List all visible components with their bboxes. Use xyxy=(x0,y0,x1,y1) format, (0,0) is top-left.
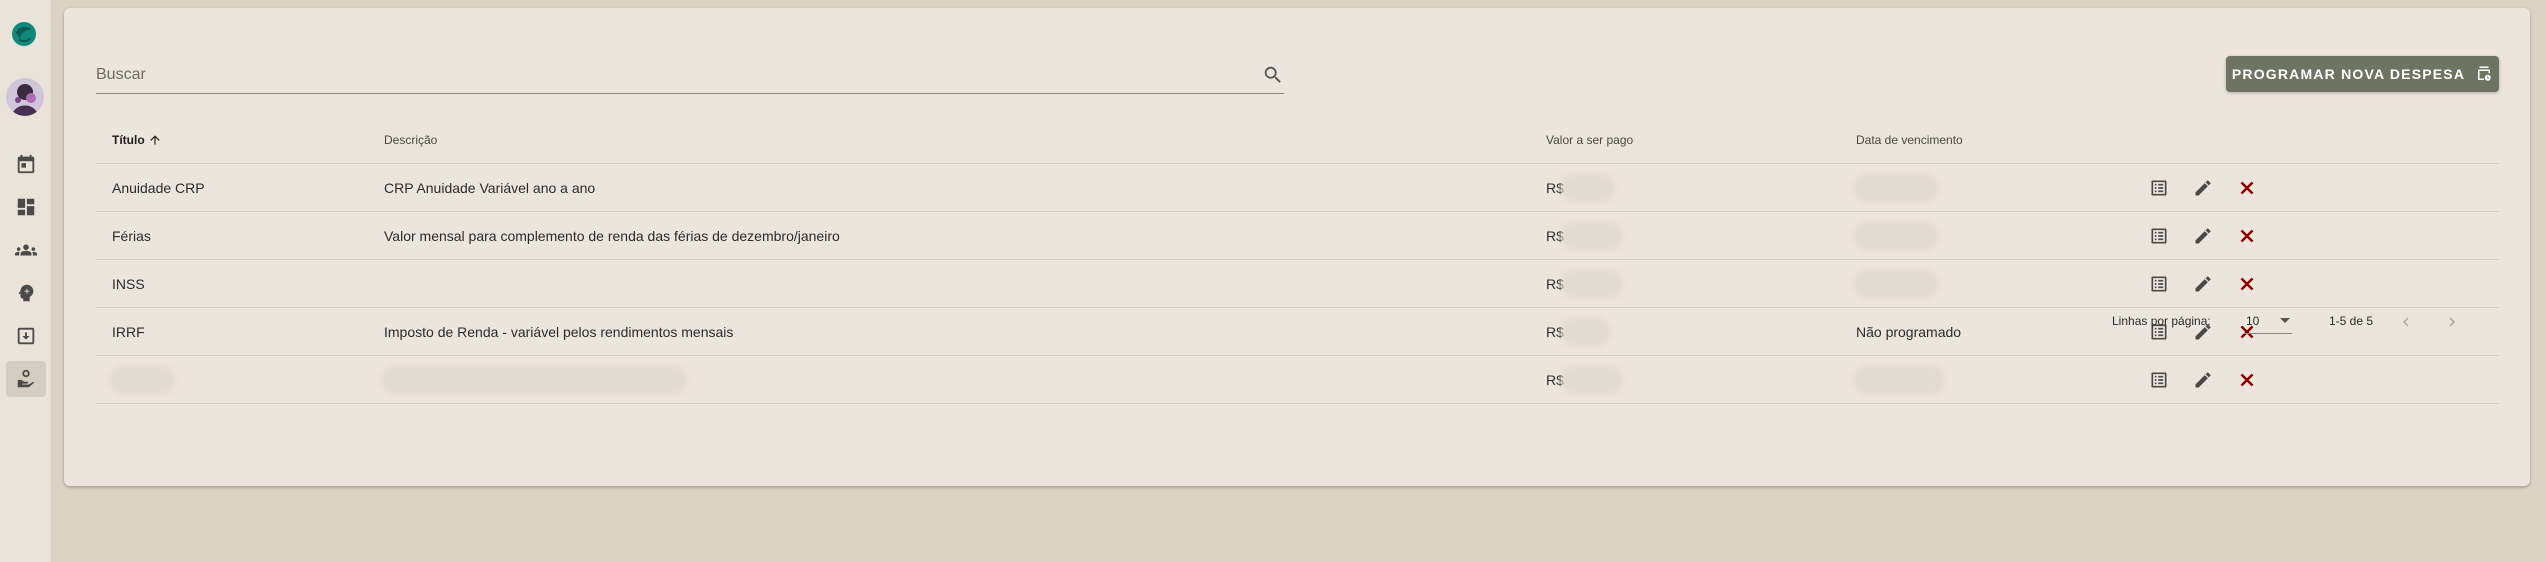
pagination: Linhas por página: 10 1-5 de 5 xyxy=(96,296,2499,348)
psychology-icon xyxy=(18,284,34,302)
chevron-down-icon xyxy=(2280,318,2290,323)
header-description[interactable]: Descrição xyxy=(384,116,437,163)
row-due-date xyxy=(1856,164,1936,211)
chevron-left-icon xyxy=(2403,317,2409,327)
search-icon[interactable] xyxy=(1262,64,1284,86)
row-description: Valor mensal para complemento de renda d… xyxy=(384,227,840,244)
edit-button[interactable] xyxy=(2190,175,2216,201)
edit-button[interactable] xyxy=(2190,223,2216,249)
sidebar-item-groups[interactable] xyxy=(6,232,46,268)
redacted-title xyxy=(112,368,172,391)
chevron-right-icon xyxy=(2449,317,2455,327)
row-title: Férias xyxy=(112,227,151,244)
delete-button[interactable] xyxy=(2234,271,2260,297)
avatar[interactable] xyxy=(6,78,44,116)
search-input[interactable] xyxy=(96,62,1196,88)
currency-label: R$ xyxy=(1546,227,1564,244)
search-field[interactable] xyxy=(96,56,1284,94)
redacted-date xyxy=(1856,224,1936,247)
edit-button[interactable] xyxy=(2190,271,2216,297)
table-row: Férias Valor mensal para complemento de … xyxy=(96,212,2499,260)
details-button[interactable] xyxy=(2146,223,2172,249)
redacted-value xyxy=(1563,368,1620,391)
row-description xyxy=(384,356,684,403)
expenses-table: Título Descrição Valor a ser pago Data d… xyxy=(96,116,2499,404)
header-title[interactable]: Título xyxy=(112,116,162,163)
program-new-expense-button[interactable]: PROGRAMAR NOVA DESPESA xyxy=(2226,56,2499,92)
table-row: Anuidade CRP CRP Anuidade Variável ano a… xyxy=(96,164,2499,212)
currency-label: R$ xyxy=(1546,179,1564,196)
details-button[interactable] xyxy=(2146,175,2172,201)
sidebar-item-calendar[interactable] xyxy=(6,146,46,182)
close-icon xyxy=(2240,373,2254,386)
header-title-label: Título xyxy=(112,132,145,147)
table-row: R$ xyxy=(96,356,2499,404)
row-description: CRP Anuidade Variável ano a ano xyxy=(384,179,596,196)
pencil-icon xyxy=(2195,371,2211,387)
rows-per-page-value: 10 xyxy=(2246,314,2260,328)
currency-label: R$ xyxy=(1546,275,1564,292)
row-value: R$ xyxy=(1546,212,1620,259)
add-schedule-icon xyxy=(2478,66,2491,81)
close-icon xyxy=(2240,181,2254,194)
sidebar-item-export[interactable] xyxy=(6,318,46,354)
next-page-button[interactable] xyxy=(2436,306,2468,338)
pencil-icon xyxy=(2195,227,2211,243)
redacted-value xyxy=(1563,176,1612,199)
row-actions xyxy=(2146,164,2260,211)
rows-per-page-label: Linhas por página: xyxy=(2112,314,2211,328)
payments-icon xyxy=(17,369,35,388)
currency-label: R$ xyxy=(1546,371,1564,388)
sidebar-item-payments[interactable] xyxy=(6,361,46,397)
list-icon xyxy=(2151,276,2167,291)
header-due-date[interactable]: Data de vencimento xyxy=(1856,116,1963,163)
redacted-value xyxy=(1563,272,1620,295)
redacted-date xyxy=(1856,272,1936,295)
list-icon xyxy=(2151,180,2167,195)
header-value[interactable]: Valor a ser pago xyxy=(1546,116,1633,163)
redacted-description xyxy=(384,368,684,391)
program-new-expense-label: PROGRAMAR NOVA DESPESA xyxy=(2231,66,2466,82)
row-due-date xyxy=(1856,356,1942,403)
details-button[interactable] xyxy=(2146,271,2172,297)
arrow-up-icon xyxy=(149,134,160,145)
table-header: Título Descrição Valor a ser pago Data d… xyxy=(96,116,2499,164)
row-title xyxy=(112,356,172,403)
list-icon xyxy=(2151,372,2167,387)
sidebar-item-dashboard[interactable] xyxy=(6,189,46,225)
previous-page-button[interactable] xyxy=(2390,306,2422,338)
delete-button[interactable] xyxy=(2234,223,2260,249)
sidebar-item-psychology[interactable] xyxy=(6,275,46,311)
dashboard-icon xyxy=(17,198,35,216)
calendar-icon xyxy=(17,154,35,174)
row-actions xyxy=(2146,356,2260,403)
export-icon xyxy=(17,327,35,345)
delete-button[interactable] xyxy=(2234,367,2260,393)
row-title: Anuidade CRP xyxy=(112,179,205,196)
redacted-value xyxy=(1563,224,1620,247)
row-due-date xyxy=(1856,212,1936,259)
pencil-icon xyxy=(2195,275,2211,291)
list-icon xyxy=(2151,228,2167,243)
row-actions xyxy=(2146,212,2260,259)
pencil-icon xyxy=(2195,179,2211,195)
expenses-card: PROGRAMAR NOVA DESPESA Título Descrição … xyxy=(64,8,2530,486)
row-value: R$ xyxy=(1546,356,1620,403)
redacted-date xyxy=(1856,368,1942,391)
groups-icon xyxy=(15,244,37,256)
pagination-range: 1-5 de 5 xyxy=(2329,314,2374,328)
rows-per-page-select[interactable]: 10 xyxy=(2244,306,2292,334)
details-button[interactable] xyxy=(2146,367,2172,393)
close-icon xyxy=(2240,229,2254,242)
sidebar xyxy=(0,0,52,562)
row-value: R$ xyxy=(1546,164,1612,211)
redacted-date xyxy=(1856,176,1936,199)
edit-button[interactable] xyxy=(2190,367,2216,393)
delete-button[interactable] xyxy=(2234,175,2260,201)
close-icon xyxy=(2240,277,2254,290)
app-logo[interactable] xyxy=(10,20,38,48)
